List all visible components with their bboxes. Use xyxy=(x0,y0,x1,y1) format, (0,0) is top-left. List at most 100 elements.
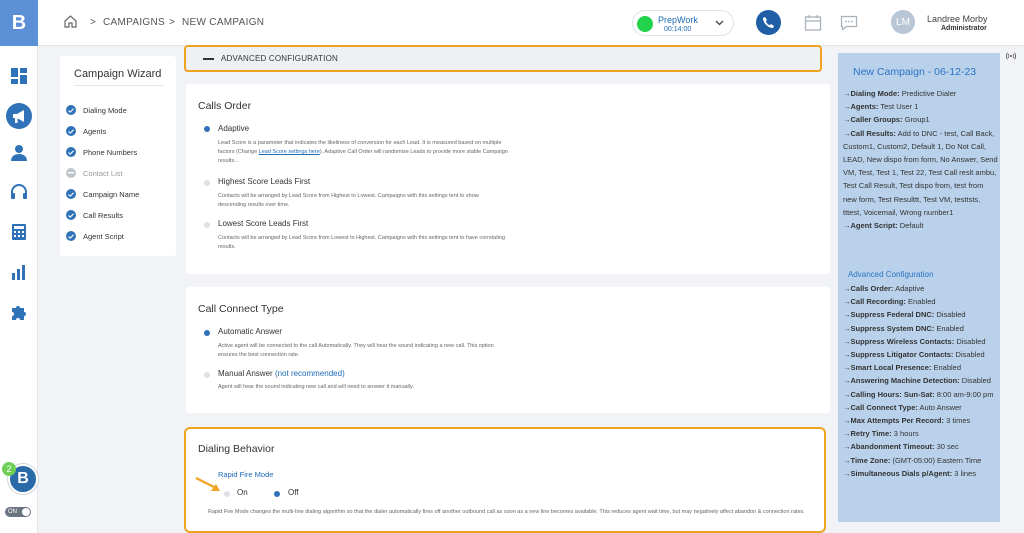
summary-advanced-list: →Calls Order: Adaptive →Call Recording: … xyxy=(843,282,998,480)
wizard-step-label: Contact List xyxy=(83,168,123,178)
headset-icon[interactable] xyxy=(0,182,38,202)
advanced-configuration-toggle[interactable]: ADVANCED CONFIGURATION xyxy=(184,45,822,72)
summary-key: Time Zone: xyxy=(850,455,891,465)
option-automatic-answer-label[interactable]: Automatic Answer xyxy=(218,327,282,336)
summary-list: →Dialing Mode: Predictive Dialer →Agents… xyxy=(843,87,998,232)
lead-score-settings-link[interactable]: Lead Score settings here xyxy=(259,149,320,155)
summary-value: Disabled xyxy=(936,310,966,320)
summary-key: Calls Order: xyxy=(850,284,894,293)
wizard-step-phone-numbers[interactable]: Phone Numbers xyxy=(66,146,137,158)
summary-value: Auto Answer xyxy=(919,402,962,412)
campaign-summary-panel: New Campaign - 06-12-23 →Dialing Mode: P… xyxy=(838,53,1000,522)
summary-item: →Call Recording: Enabled xyxy=(843,297,936,307)
summary-item: →Answering Machine Detection: Disabled xyxy=(843,376,991,386)
summary-value: 30 sec xyxy=(936,442,959,452)
wizard-step-call-results[interactable]: Call Results xyxy=(66,209,123,221)
megaphone-icon[interactable] xyxy=(0,101,38,131)
summary-value: Adaptive xyxy=(895,284,925,293)
rapid-fire-off-label[interactable]: Off xyxy=(288,488,299,497)
summary-value: Enabled xyxy=(936,323,964,333)
summary-key: Agents: xyxy=(850,102,879,112)
manual-answer-text: Manual Answer xyxy=(218,369,273,378)
summary-value: Add to DNC - test, Call Back, Custom1, C… xyxy=(843,128,998,217)
option-adaptive-desc: Lead Score is a parameter that indicates… xyxy=(218,139,508,166)
rapid-fire-desc: Rapid Fire Mode changes the multi-line d… xyxy=(208,509,805,515)
wizard-step-agent-script[interactable]: Agent Script xyxy=(66,230,124,242)
option-highest-score-label[interactable]: Highest Score Leads First xyxy=(218,177,310,186)
pending-icon xyxy=(66,168,76,178)
status-indicator xyxy=(637,16,653,32)
summary-key: Retry Time: xyxy=(850,429,892,439)
user-name[interactable]: Landree Morby xyxy=(927,14,988,24)
campaign-wizard: Campaign Wizard Dialing Mode Agents Phon… xyxy=(60,56,176,256)
breadcrumb-campaigns[interactable]: CAMPAIGNS xyxy=(103,17,165,28)
summary-key: Max Attempts Per Record: xyxy=(850,416,945,426)
wizard-step-label: Call Results xyxy=(83,210,124,220)
summary-item: →Suppress Wireless Contacts: Disabled xyxy=(843,336,986,346)
top-bar: > CAMPAIGNS > NEW CAMPAIGN PrepWork 00:1… xyxy=(38,0,1024,46)
status-toggle[interactable]: ON xyxy=(5,507,31,517)
radio-rapid-fire-off[interactable] xyxy=(274,491,280,497)
summary-item: →Calls Order: Adaptive xyxy=(843,284,925,293)
check-icon xyxy=(66,105,76,115)
phone-icon[interactable] xyxy=(756,10,781,35)
summary-value: Disabled xyxy=(956,336,986,346)
breadcrumb-separator: > xyxy=(90,17,97,28)
rapid-fire-on-label[interactable]: On xyxy=(237,488,248,497)
summary-item: →Agent Script: Default xyxy=(843,221,924,231)
agent-status-dropdown[interactable]: PrepWork 00:14:00 xyxy=(632,10,734,36)
option-lowest-score-desc: Contacts will be arranged by Lead Score … xyxy=(218,235,506,250)
summary-value: 8:00 am-9:00 pm xyxy=(936,389,994,399)
summary-key: Calling Hours: Sun-Sat: xyxy=(850,389,935,399)
summary-key: Dialing Mode: xyxy=(850,89,900,98)
wizard-step-contact-list[interactable]: Contact List xyxy=(66,167,123,179)
summary-item: →Smart Local Presence: Enabled xyxy=(843,363,961,373)
logo-letter: B xyxy=(11,11,27,34)
summary-item: →Call Results: Add to DNC - test, Call B… xyxy=(843,128,998,217)
summary-value: 3 lines xyxy=(954,468,976,478)
check-icon xyxy=(66,189,76,199)
bar-chart-icon[interactable] xyxy=(0,262,38,282)
radio-rapid-fire-on[interactable] xyxy=(224,491,230,497)
radio-adaptive[interactable] xyxy=(204,126,210,132)
radio-automatic-answer[interactable] xyxy=(204,330,210,336)
summary-item: →Time Zone: (GMT-05:00) Eastern Time xyxy=(843,455,982,465)
app-logo[interactable]: B xyxy=(0,0,38,46)
check-icon xyxy=(66,210,76,220)
summary-item: →Suppress System DNC: Enabled xyxy=(843,323,964,333)
toggle-label: ON xyxy=(8,509,17,515)
option-manual-answer-desc: Agent will hear the sound indicating new… xyxy=(218,384,414,390)
avatar[interactable]: LM xyxy=(891,10,915,34)
summary-item: →Call Connect Type: Auto Answer xyxy=(843,402,962,412)
breadcrumb-new-campaign: NEW CAMPAIGN xyxy=(182,17,265,28)
option-lowest-score-label[interactable]: Lowest Score Leads First xyxy=(218,219,308,228)
summary-value: Default xyxy=(899,221,924,231)
radio-highest-score[interactable] xyxy=(204,180,210,186)
wizard-step-label: Agent Script xyxy=(83,231,124,241)
calls-order-title: Calls Order xyxy=(198,100,252,112)
summary-key: Suppress System DNC: xyxy=(850,323,935,333)
summary-value: Enabled xyxy=(933,363,961,373)
summary-item: →Abandonment Timeout: 30 sec xyxy=(843,442,959,452)
dashboard-icon[interactable] xyxy=(0,66,38,86)
wizard-step-dialing-mode[interactable]: Dialing Mode xyxy=(66,104,127,116)
wizard-step-label: Agents xyxy=(83,126,107,136)
option-adaptive-label[interactable]: Adaptive xyxy=(218,124,249,133)
summary-item: →Simultaneous Dials p/Agent: 3 lines xyxy=(843,468,976,478)
summary-advanced-title: Advanced Configuration xyxy=(848,270,934,279)
contacts-icon[interactable] xyxy=(0,143,38,163)
wizard-step-campaign-name[interactable]: Campaign Name xyxy=(66,188,139,200)
calendar-icon[interactable] xyxy=(802,12,824,34)
radio-manual-answer[interactable] xyxy=(204,372,210,378)
chat-icon[interactable] xyxy=(838,12,860,34)
toggle-knob xyxy=(22,508,30,516)
radio-lowest-score[interactable] xyxy=(204,222,210,228)
puzzle-icon[interactable] xyxy=(0,302,38,322)
dialing-behavior-title: Dialing Behavior xyxy=(198,443,275,455)
option-manual-answer-label[interactable]: Manual Answer (not recommended) xyxy=(218,369,345,378)
option-highest-score-desc: Contacts will be arranged by Lead Score … xyxy=(218,193,479,208)
wizard-step-agents[interactable]: Agents xyxy=(66,125,106,137)
home-icon[interactable] xyxy=(64,15,77,33)
calculator-icon[interactable] xyxy=(0,222,38,242)
avatar-initials: LM xyxy=(896,16,910,28)
